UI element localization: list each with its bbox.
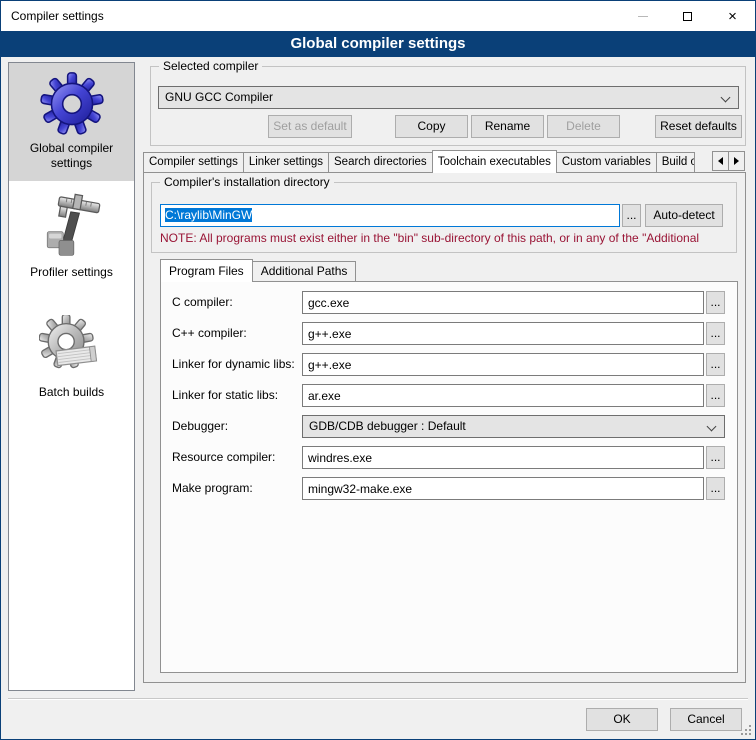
programs-tab-strip: Program Files Additional Paths — [160, 259, 738, 281]
cpp-compiler-label: C++ compiler: — [172, 326, 247, 340]
debugger-combobox[interactable]: GDB/CDB debugger : Default — [302, 415, 725, 438]
close-button[interactable]: × — [710, 1, 755, 31]
program-files-page: C compiler: ... C++ compiler: ... Linker… — [160, 281, 738, 673]
gray-gear-stack-icon — [9, 313, 134, 383]
close-icon: × — [728, 9, 737, 24]
linker-dynamic-input[interactable] — [302, 353, 704, 376]
rename-button[interactable]: Rename — [471, 115, 544, 138]
auto-detect-button[interactable]: Auto-detect — [645, 204, 723, 227]
reset-defaults-button[interactable]: Reset defaults — [655, 115, 742, 138]
toolchain-executables-page: Compiler's installation directory C:\ray… — [143, 172, 746, 683]
resource-compiler-browse-button[interactable]: ... — [706, 446, 725, 469]
set-as-default-button: Set as default — [268, 115, 352, 138]
tab-program-files[interactable]: Program Files — [160, 259, 253, 282]
resource-compiler-label: Resource compiler: — [172, 450, 275, 464]
blue-gear-icon — [9, 69, 134, 139]
minimize-button — [620, 1, 665, 31]
tab-additional-paths[interactable]: Additional Paths — [252, 261, 357, 281]
make-program-input[interactable] — [302, 477, 704, 500]
title-bar[interactable]: Compiler settings × — [1, 1, 755, 31]
minimize-icon — [638, 16, 648, 17]
copy-button[interactable]: Copy — [395, 115, 468, 138]
tab-scroll-left-button[interactable] — [712, 151, 729, 171]
tab-toolchain-executables[interactable]: Toolchain executables — [432, 150, 557, 173]
selected-compiler-combobox[interactable]: GNU GCC Compiler — [158, 86, 739, 109]
maximize-button[interactable] — [665, 1, 710, 31]
installation-directory-browse-button[interactable]: ... — [622, 204, 641, 227]
c-compiler-browse-button[interactable]: ... — [706, 291, 725, 314]
installation-directory-value: C:\raylib\MinGW — [165, 208, 252, 222]
bin-subdirectory-note: NOTE: All programs must exist either in … — [160, 231, 735, 245]
selected-compiler-group: Selected compiler GNU GCC Compiler Set a… — [150, 66, 746, 146]
left-arrow-icon — [718, 157, 723, 165]
selected-compiler-value: GNU GCC Compiler — [165, 90, 273, 104]
cpp-compiler-row: C++ compiler: ... — [161, 322, 737, 345]
sidebar-item-batch-builds[interactable]: Batch builds — [9, 303, 134, 423]
caption-buttons: × — [620, 1, 755, 31]
tab-build-options[interactable]: Build options — [656, 152, 695, 172]
make-program-browse-button[interactable]: ... — [706, 477, 725, 500]
delete-button: Delete — [547, 115, 620, 138]
linker-static-input[interactable] — [302, 384, 704, 407]
ok-button[interactable]: OK — [586, 708, 658, 731]
linker-dynamic-label: Linker for dynamic libs: — [172, 357, 295, 371]
sidebar-item-label: Batch builds — [9, 383, 134, 408]
resource-compiler-row: Resource compiler: ... — [161, 446, 737, 469]
debugger-row: Debugger: GDB/CDB debugger : Default — [161, 415, 737, 438]
window-title: Compiler settings — [1, 9, 104, 23]
c-compiler-row: C compiler: ... — [161, 291, 737, 314]
dialog-body: Global compiler settings — [1, 57, 755, 739]
installation-directory-input[interactable]: C:\raylib\MinGW — [160, 204, 620, 227]
sidebar-item-label: Global compiler settings — [9, 139, 134, 179]
cpp-compiler-browse-button[interactable]: ... — [706, 322, 725, 345]
debugger-value: GDB/CDB debugger : Default — [309, 419, 466, 433]
tab-scroll-buttons — [713, 151, 745, 171]
right-arrow-icon — [734, 157, 739, 165]
page-title: Global compiler settings — [1, 31, 755, 57]
installation-directory-legend: Compiler's installation directory — [160, 175, 334, 189]
tab-scroll-right-button[interactable] — [728, 151, 745, 171]
sidebar-item-profiler-settings[interactable]: Profiler settings — [9, 181, 134, 303]
tab-search-directories[interactable]: Search directories — [328, 152, 433, 172]
tab-custom-variables[interactable]: Custom variables — [556, 152, 657, 172]
c-compiler-input[interactable] — [302, 291, 704, 314]
caliper-icon — [9, 193, 134, 263]
compiler-settings-dialog: Compiler settings × Global compiler sett… — [0, 0, 756, 740]
maximize-icon — [683, 12, 692, 21]
resource-compiler-input[interactable] — [302, 446, 704, 469]
footer-divider — [8, 698, 748, 700]
linker-static-label: Linker for static libs: — [172, 388, 278, 402]
main-tab-strip: Compiler settings Linker settings Search… — [143, 150, 746, 172]
sidebar-item-label: Profiler settings — [9, 263, 134, 288]
settings-category-list: Global compiler settings — [8, 62, 135, 691]
make-program-row: Make program: ... — [161, 477, 737, 500]
sidebar-item-global-compiler-settings[interactable]: Global compiler settings — [9, 63, 134, 181]
resize-grip[interactable] — [741, 725, 751, 735]
chevron-down-icon — [707, 422, 717, 432]
tab-compiler-settings[interactable]: Compiler settings — [143, 152, 244, 172]
linker-dynamic-row: Linker for dynamic libs: ... — [161, 353, 737, 376]
linker-static-browse-button[interactable]: ... — [706, 384, 725, 407]
make-program-label: Make program: — [172, 481, 253, 495]
chevron-down-icon — [721, 93, 731, 103]
c-compiler-label: C compiler: — [172, 295, 233, 309]
cancel-button[interactable]: Cancel — [670, 708, 742, 731]
linker-dynamic-browse-button[interactable]: ... — [706, 353, 725, 376]
linker-static-row: Linker for static libs: ... — [161, 384, 737, 407]
cpp-compiler-input[interactable] — [302, 322, 704, 345]
settings-notebook: Compiler settings Linker settings Search… — [143, 150, 746, 683]
installation-directory-group: Compiler's installation directory C:\ray… — [151, 182, 737, 253]
tab-linker-settings[interactable]: Linker settings — [243, 152, 329, 172]
programs-notebook: Program Files Additional Paths C compile… — [160, 259, 738, 673]
selected-compiler-legend: Selected compiler — [159, 59, 262, 73]
debugger-label: Debugger: — [172, 419, 228, 433]
